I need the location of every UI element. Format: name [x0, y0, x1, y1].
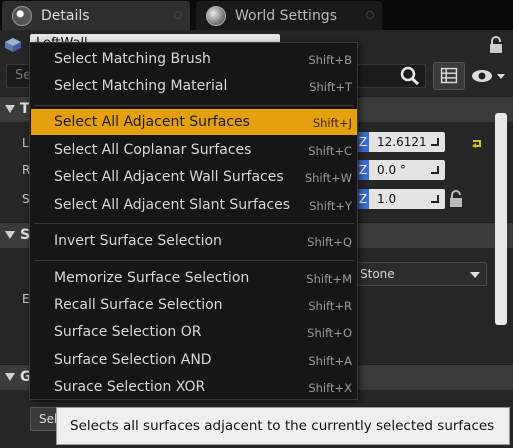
menu-item-invert-surface-selection[interactable]: Invert Surface Selection Shift+Q: [31, 228, 357, 254]
surface-selection-menu: Select Matching Brush Shift+B Select Mat…: [29, 42, 358, 400]
location-z-value[interactable]: 12.6121: [369, 132, 445, 152]
lock-icon[interactable]: [489, 36, 503, 54]
tab-details[interactable]: Details: [2, 1, 190, 30]
scale-z-field[interactable]: Z 1.0: [357, 189, 445, 209]
menu-separator: [34, 105, 354, 106]
material-dropdown-value: Stone: [360, 267, 395, 281]
row-location-label: L: [22, 136, 29, 150]
chevron-down-icon: [470, 272, 480, 278]
z-axis-chip: Z: [357, 189, 369, 209]
property-matrix-button[interactable]: [433, 62, 465, 90]
tab-details-label: Details: [41, 7, 90, 24]
collapse-arrow-icon: [5, 373, 15, 381]
tab-world-settings-label: World Settings: [235, 7, 337, 24]
location-z-field[interactable]: Z 12.6121: [357, 132, 445, 152]
spin-handle-icon[interactable]: [431, 166, 439, 174]
menu-item-surface-selection-and[interactable]: Surface Selection AND Shift+A: [31, 347, 357, 373]
z-axis-chip: Z: [357, 132, 369, 152]
collapse-arrow-icon: [5, 105, 15, 113]
menu-item-select-matching-material[interactable]: Select Matching Material Shift+T: [31, 73, 357, 99]
z-axis-chip: Z: [357, 160, 369, 180]
menu-item-select-all-adjacent-wall-surfaces[interactable]: Select All Adjacent Wall Surfaces Shift+…: [31, 164, 357, 190]
scale-z-value[interactable]: 1.0: [369, 189, 445, 209]
menu-separator: [34, 223, 354, 224]
tooltip: Selects all surfaces adjacent to the cur…: [56, 407, 510, 445]
material-dropdown[interactable]: Stone: [357, 262, 487, 286]
menu-item-select-all-adjacent-surfaces[interactable]: Select All Adjacent Surfaces Shift+J: [31, 109, 357, 135]
spin-handle-icon[interactable]: [431, 195, 439, 203]
globe-icon: [206, 5, 226, 26]
menu-separator: [34, 260, 354, 261]
menu-item-select-matching-brush[interactable]: Select Matching Brush Shift+B: [31, 46, 357, 72]
menu-item-surface-selection-xor[interactable]: Surace Selection XOR Shift+X: [31, 374, 357, 400]
menu-item-surface-selection-or[interactable]: Surface Selection OR Shift+O: [31, 319, 357, 345]
grid-icon: [440, 67, 458, 84]
reset-to-default-icon[interactable]: [471, 138, 483, 148]
rotation-z-field[interactable]: Z 0.0 °: [357, 160, 445, 180]
cube-icon: [5, 38, 21, 52]
spin-handle-icon[interactable]: [431, 138, 439, 146]
tab-bar: Details World Settings: [0, 0, 513, 30]
menu-item-select-all-coplanar-surfaces[interactable]: Select All Coplanar Surfaces Shift+C: [31, 137, 357, 163]
menu-item-memorize-surface-selection[interactable]: Memorize Surface Selection Shift+M: [31, 265, 357, 291]
collapse-arrow-icon: [5, 231, 15, 239]
tab-world-settings[interactable]: World Settings: [196, 1, 382, 30]
scale-lock-icon[interactable]: [449, 190, 463, 208]
search-icon[interactable]: [399, 66, 421, 86]
details-icon: [12, 5, 32, 26]
menu-item-recall-surface-selection[interactable]: Recall Surface Selection Shift+R: [31, 292, 357, 318]
menu-item-select-all-adjacent-slant-surfaces[interactable]: Select All Adjacent Slant Surfaces Shift…: [31, 192, 357, 218]
scrollbar[interactable]: [495, 113, 507, 325]
rotation-z-value[interactable]: 0.0 °: [369, 160, 445, 180]
tab-close-icon[interactable]: [174, 11, 182, 19]
view-options-eye-icon[interactable]: [470, 66, 508, 86]
tab-close-icon[interactable]: [366, 11, 374, 19]
